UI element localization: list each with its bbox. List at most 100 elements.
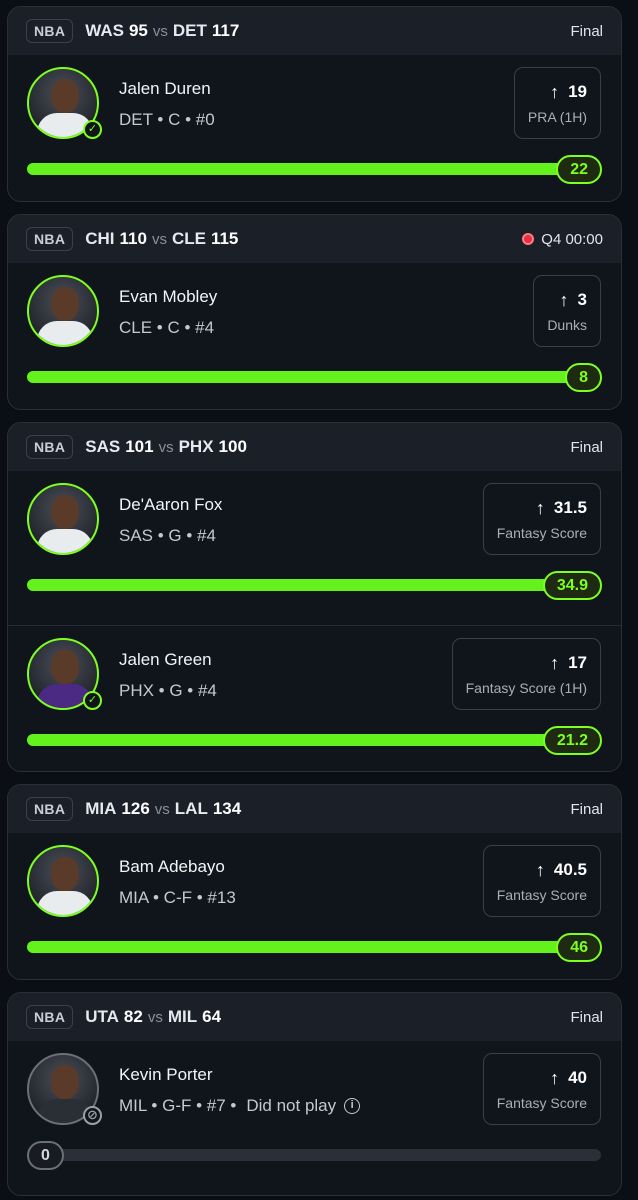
player-meta: DET • C • #0 [119, 110, 215, 129]
matchup: WAS 95 vs DET 117 [85, 21, 239, 41]
result-pill: 8 [565, 363, 602, 392]
player-meta: MIA • C-F • #13 [119, 888, 236, 907]
arrow-up-icon: ↑ [550, 1067, 560, 1088]
player-name: De'Aaron Fox [119, 495, 223, 514]
matchup: UTA 82 vs MIL 64 [85, 1007, 221, 1027]
home-team: DET [172, 21, 207, 40]
projection-line: 40 [568, 1068, 587, 1087]
check-icon: ✓ [83, 691, 102, 710]
check-icon: ✓ [83, 120, 102, 139]
away-team: CHI [85, 229, 115, 248]
projection-box: ↑ 40.5 Fantasy Score [482, 845, 601, 917]
game-card[interactable]: NBA SAS 101 vs PHX 100 Final De'Aaron Fo… [7, 422, 622, 772]
game-card[interactable]: NBA CHI 110 vs CLE 115 Q4 00:00 Evan Mob… [7, 214, 622, 410]
game-header: NBA WAS 95 vs DET 117 Final [8, 7, 621, 55]
matchup: CHI 110 vs CLE 115 [85, 229, 238, 249]
result-pill: 34.9 [542, 571, 602, 600]
player-meta-row: MIL • G-F • #7 • Did not play i [119, 1096, 361, 1116]
away-score: 82 [123, 1007, 143, 1026]
league-badge: NBA [26, 797, 74, 821]
away-team: UTA [85, 1007, 119, 1026]
player-row[interactable]: ✓ Jalen Duren DET • C • #0 ↑ 19 PRA (1H) … [8, 55, 621, 201]
progress-track [27, 1149, 601, 1161]
player-meta: MIL • G-F • #7 • [119, 1096, 237, 1115]
progress-track [27, 163, 601, 175]
progress-fill [27, 163, 601, 175]
game-card[interactable]: NBA UTA 82 vs MIL 64 Final ⊘ Kevin Porte… [7, 992, 622, 1196]
progress-fill [27, 734, 601, 746]
progress-track [27, 941, 601, 953]
stat-type: Fantasy Score (1H) [465, 679, 587, 696]
player-name: Bam Adebayo [119, 857, 225, 876]
home-score: 115 [210, 229, 239, 248]
result-pill: 46 [556, 933, 602, 962]
no-entry-icon: ⊘ [83, 1106, 102, 1125]
vs-label: vs [151, 231, 167, 248]
player-avatar [27, 483, 99, 555]
league-badge: NBA [26, 435, 74, 459]
game-header: NBA SAS 101 vs PHX 100 Final [8, 423, 621, 471]
home-team: CLE [171, 229, 206, 248]
arrow-up-icon: ↑ [535, 859, 545, 880]
away-score: 101 [125, 437, 154, 456]
league-badge: NBA [26, 227, 74, 251]
home-score: 117 [211, 21, 240, 40]
stat-type: Fantasy Score [496, 886, 587, 903]
player-name: Kevin Porter [119, 1065, 213, 1084]
progress-fill [27, 941, 601, 953]
projection-box: ↑ 40 Fantasy Score [482, 1053, 601, 1125]
projection-box: ↑ 3 Dunks [533, 275, 601, 347]
projection-line: 17 [568, 653, 587, 672]
player-row[interactable]: Evan Mobley CLE • C • #4 ↑ 3 Dunks 8 [8, 263, 621, 409]
away-team: MIA [85, 799, 117, 818]
player-meta: CLE • C • #4 [119, 318, 215, 337]
game-header: NBA UTA 82 vs MIL 64 Final [8, 993, 621, 1041]
matchup: SAS 101 vs PHX 100 [85, 437, 247, 457]
game-status: Q4 00:00 [522, 215, 603, 263]
player-row[interactable]: ⊘ Kevin Porter MIL • G-F • #7 • Did not … [8, 1041, 621, 1195]
progress-fill [27, 371, 601, 383]
arrow-up-icon: ↑ [550, 652, 560, 673]
player-row[interactable]: Bam Adebayo MIA • C-F • #13 ↑ 40.5 Fantas… [8, 833, 621, 979]
game-card[interactable]: NBA MIA 126 vs LAL 134 Final Bam Adebayo… [7, 784, 622, 980]
projection-line: 31.5 [553, 498, 587, 517]
matchup: MIA 126 vs LAL 134 [85, 799, 241, 819]
player-name: Jalen Duren [119, 79, 211, 98]
game-status: Final [570, 438, 603, 456]
arrow-up-icon: ↑ [550, 81, 560, 102]
game-status: Final [570, 22, 603, 40]
result-pill: 0 [27, 1141, 64, 1170]
vs-label: vs [147, 1009, 163, 1026]
player-row[interactable]: De'Aaron Fox SAS • G • #4 ↑ 31.5 Fantasy … [8, 471, 621, 625]
player-meta: PHX • G • #4 [119, 681, 217, 700]
away-score: 95 [128, 21, 148, 40]
player-row[interactable]: ✓ Jalen Green PHX • G • #4 ↑ 17 Fantasy S… [8, 625, 621, 771]
stat-type: Fantasy Score [496, 1094, 587, 1111]
projection-box: ↑ 19 PRA (1H) [513, 67, 601, 139]
game-header: NBA MIA 126 vs LAL 134 Final [8, 785, 621, 833]
home-team: MIL [167, 1007, 198, 1026]
game-card[interactable]: NBA WAS 95 vs DET 117 Final ✓ Jalen Dure… [7, 6, 622, 202]
game-status: Final [570, 1008, 603, 1026]
away-score: 110 [119, 229, 147, 248]
progress-fill [27, 579, 601, 591]
projection-line: 3 [577, 290, 587, 309]
arrow-up-icon: ↑ [535, 497, 545, 518]
player-avatar [27, 845, 99, 917]
stat-type: Dunks [547, 316, 587, 333]
player-name: Evan Mobley [119, 287, 218, 306]
game-header: NBA CHI 110 vs CLE 115 Q4 00:00 [8, 215, 621, 263]
home-score: 100 [218, 437, 247, 456]
progress-track [27, 734, 601, 746]
home-score: 134 [212, 799, 242, 818]
vs-label: vs [152, 23, 168, 40]
league-badge: NBA [26, 19, 74, 43]
did-not-play-label: Did not play [246, 1096, 337, 1115]
player-meta: SAS • G • #4 [119, 526, 216, 545]
projection-line: 19 [568, 82, 587, 101]
info-icon[interactable]: i [344, 1098, 361, 1114]
away-team: WAS [85, 21, 124, 40]
player-avatar [27, 275, 99, 347]
stat-type: Fantasy Score [496, 524, 587, 541]
away-score: 126 [121, 799, 150, 818]
